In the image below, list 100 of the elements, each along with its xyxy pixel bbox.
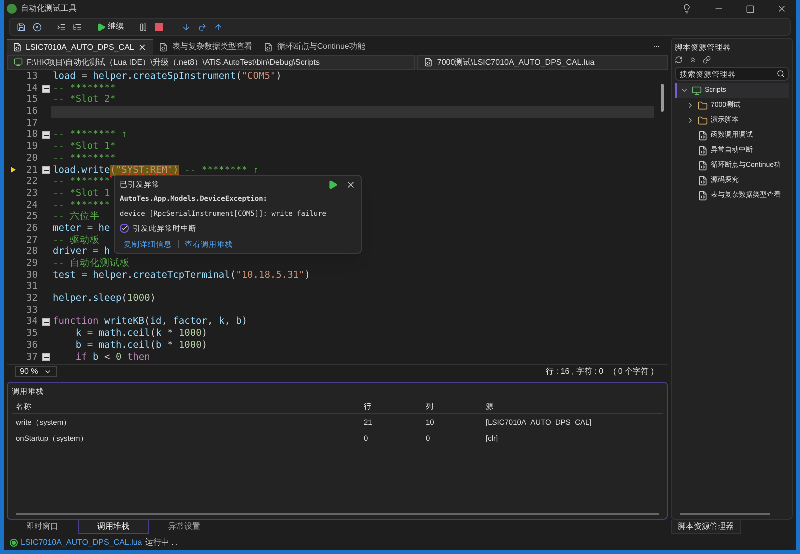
indent-icon[interactable] [57,22,66,32]
continue-button[interactable]: 继续 [97,21,124,33]
code-line: -- ******* [53,176,110,188]
panel-tab[interactable]: 脚本资源管理器 [671,520,741,534]
close-tab-icon[interactable] [138,43,148,52]
folder-icon [698,100,708,111]
code-line: -- ******** ↑ [53,129,128,140]
line-number: 18 [26,129,39,142]
close-icon[interactable] [777,4,787,14]
line-number: 16 [26,106,39,118]
path-text: F:\HK项目\自动化测试（Lua IDE）\升级（.net8）\ATiS.AutoTest\bin\Debug\Scripts [27,56,320,68]
line-number: 20 [26,152,39,165]
document-tab[interactable]: LSIC7010A_AUTO_DPS_CAL [7,39,154,55]
line-number: 30 [26,270,39,282]
code-line: helper.sleep(1000) [53,293,156,304]
line-number: 36 [26,340,39,352]
line-number: 22 [26,176,39,188]
code-line: -- ******** [53,152,116,164]
panel-tab[interactable]: 即时窗口 [7,520,78,534]
line-number: 33 [26,304,39,316]
code-line: load.write("SYST:REM") -- ******** ↑ [53,164,259,176]
close-icon[interactable] [346,180,356,190]
line-number: 27 [26,234,39,246]
play-icon [97,22,106,32]
disc-icon[interactable] [33,22,42,32]
step-into-icon[interactable] [182,22,191,32]
line-number: 23 [26,188,39,200]
selection-count: ( 0 个字符 ) [614,366,654,378]
scrollbar[interactable] [16,513,659,515]
line-number: 37 [26,352,39,364]
line-number: 25 [26,211,39,223]
fold-toggle[interactable] [42,166,50,174]
file-icon [698,176,708,186]
code-line: meter = he [53,222,110,234]
running-status-icon [10,539,18,547]
file-icon [264,42,274,52]
file-icon [698,130,708,141]
line-number: 13 [26,71,39,83]
fold-toggle[interactable] [42,131,50,140]
code-line: -- ******** [53,82,116,94]
code-line: driver = h [53,246,110,258]
step-out-icon[interactable] [214,22,223,32]
refresh-icon[interactable] [675,56,683,64]
fold-toggle[interactable] [42,353,50,362]
file-icon [13,43,22,52]
line-number: 14 [26,82,39,94]
more-button[interactable]: ... [653,39,668,55]
link-icon[interactable] [703,56,711,64]
panel-tab[interactable]: 调用堆栈 [78,520,149,534]
status-text: 运行中 . . [145,537,178,549]
file-icon [698,146,708,156]
scrollbar[interactable] [661,84,664,112]
monitor-icon [692,86,702,96]
step-over-icon[interactable] [198,22,207,32]
cursor-position: 行 : 16 , 字符 : 0 [546,366,604,378]
line-number: 19 [26,141,39,153]
window-title: 自动化测试工具 [21,3,77,15]
pause-icon[interactable] [139,22,148,32]
code-line: function writeKB(id, factor, k, b) [53,316,248,328]
line-number: 31 [26,281,39,294]
line-number: 34 [26,316,39,328]
list-tree-icon[interactable] [73,22,82,32]
line-number: 21 [26,164,39,176]
line-number: 32 [26,293,39,305]
line-number: 35 [26,328,39,340]
checkbox[interactable] [120,224,129,234]
file-icon [698,190,708,201]
play-icon[interactable] [328,180,338,190]
line-number: 29 [26,258,39,270]
monitor-icon [14,58,23,67]
line-number: 26 [26,222,39,235]
line-number: 28 [26,246,39,258]
document-tab[interactable]: 循环断点与Continue功能 [258,39,372,55]
document-tab[interactable]: 表与复杂数据类型查看 [153,39,258,55]
code-line: b = math.ceil(b * 1000) [74,340,208,351]
code-line: -- *Slot 1* [53,141,116,152]
code-line: -- 自动化测试板 [53,258,130,269]
code-line: -- *Slot 1 [53,188,110,199]
maximize-icon[interactable] [746,4,755,14]
file-icon [424,58,434,67]
code-line: test = helper.createTcpTerminal("10.18.5.31") [53,270,310,281]
code-line: -- 驱动板 [53,234,100,246]
code-line: -- ******* [53,200,110,211]
line-number: 24 [26,200,39,212]
line-number: 15 [26,94,39,106]
folder-icon [698,116,708,126]
save-icon[interactable] [17,22,26,32]
collapse-icon[interactable] [689,56,697,64]
code-line: -- *Slot 2* [53,94,116,106]
scrollbar[interactable] [680,513,770,515]
code-line: k = math.ceil(k * 1000) [74,328,208,340]
fold-toggle[interactable] [42,84,50,93]
code-line: if b < 0 then [74,352,150,362]
zoom-dropdown[interactable]: 90 % [15,366,58,377]
fold-toggle[interactable] [42,318,50,326]
status-file: LSIC7010A_AUTO_DPS_CAL.lua [21,537,142,549]
file-path: 7000测试\LSIC7010A_AUTO_DPS_CAL.lua [437,56,595,68]
lightbulb-icon[interactable] [682,4,692,14]
file-icon [698,160,708,171]
panel-tab[interactable]: 异常设置 [149,520,220,534]
